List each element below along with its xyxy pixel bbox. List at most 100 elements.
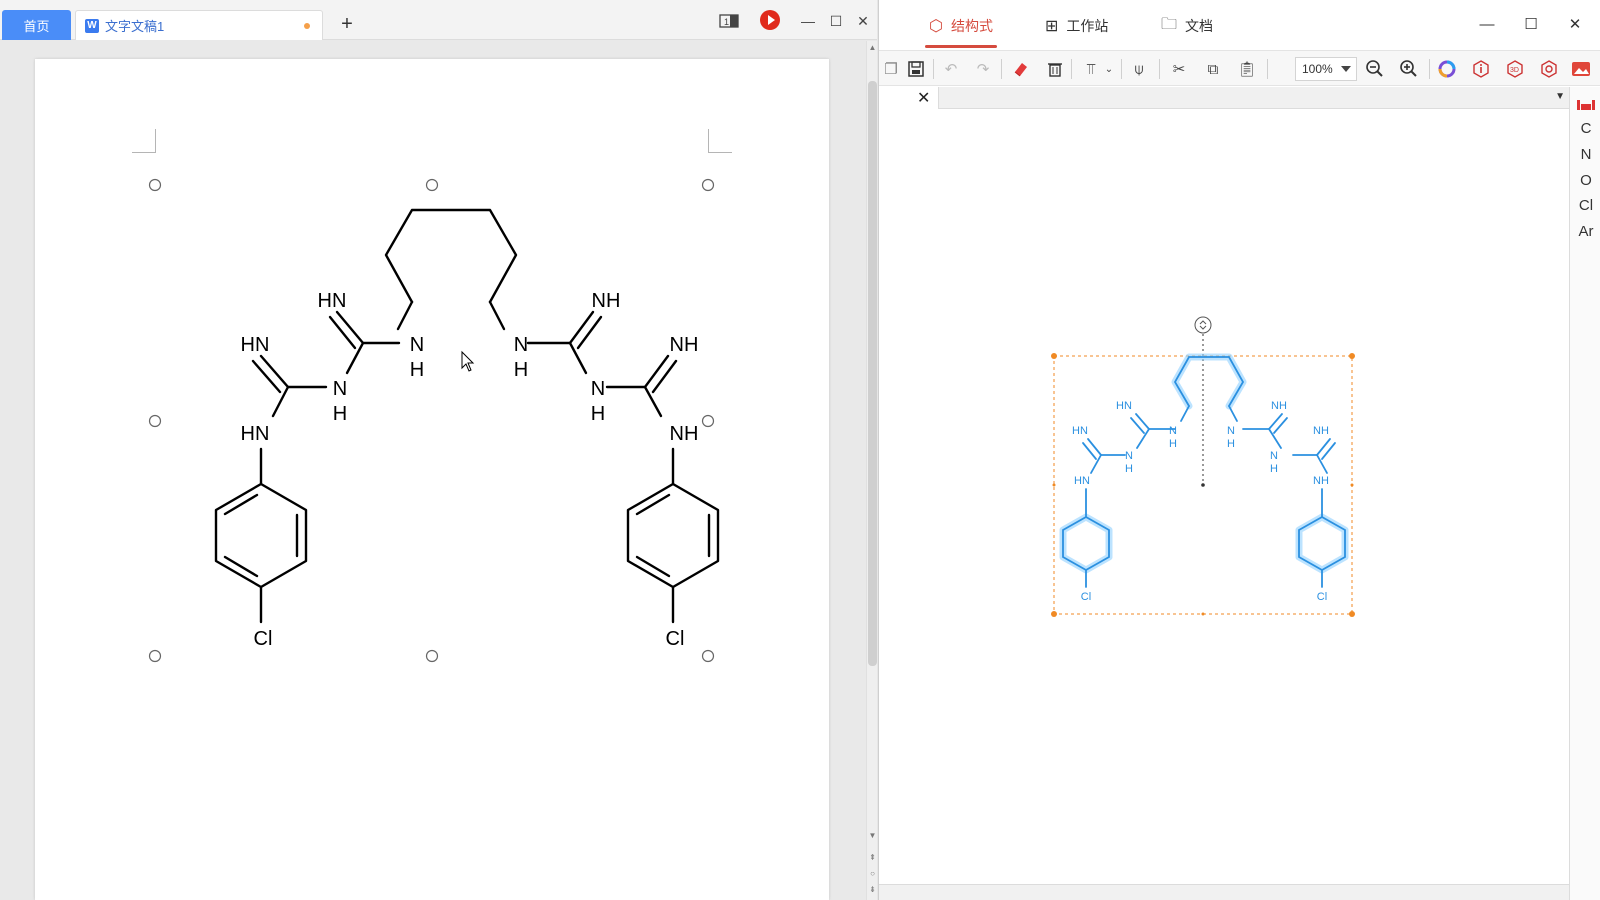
resize-handle[interactable] xyxy=(425,178,439,192)
add-tab-button[interactable]: + xyxy=(337,14,357,34)
zoom-select[interactable]: 100% xyxy=(1295,57,1357,81)
unsaved-dot-icon xyxy=(304,23,310,29)
atom-label: H xyxy=(333,403,347,425)
resize-handle[interactable] xyxy=(425,649,439,663)
tab-menu-icon[interactable]: ▼ xyxy=(1555,91,1565,102)
atom-label: H xyxy=(410,359,424,381)
info-icon[interactable] xyxy=(1469,57,1493,81)
tab-document[interactable]: W 文字文稿1 xyxy=(75,10,323,40)
element-palette: C N O Cl Ar xyxy=(1569,87,1600,900)
maximize-button[interactable]: ☐ xyxy=(1519,12,1543,36)
delete-icon[interactable] xyxy=(1043,57,1067,81)
layout-icon[interactable]: 1 xyxy=(718,10,740,32)
resize-handle[interactable] xyxy=(148,414,162,428)
atom-label: H xyxy=(591,403,605,425)
atom-label: NH xyxy=(1313,425,1329,437)
maximize-button[interactable]: ☐ xyxy=(825,10,847,32)
close-button[interactable]: ✕ xyxy=(852,10,874,32)
tab-documents-label: 文档 xyxy=(1185,18,1214,34)
eraser-icon[interactable] xyxy=(1009,57,1033,81)
atom-label: Cl xyxy=(1081,591,1091,603)
record-button[interactable] xyxy=(760,10,780,30)
document-page[interactable]: HN NH HN NH N H N H N H N H HN NH Cl Cl xyxy=(35,59,829,900)
element-chlorine[interactable]: Cl xyxy=(1570,194,1600,216)
atom-label: N xyxy=(591,378,605,400)
atom-label: H xyxy=(1169,438,1177,450)
atom-label: N xyxy=(1125,450,1133,462)
tab-documents[interactable]: 🗀 文档 xyxy=(1161,14,1213,38)
tab-document-label: 文字文稿1 xyxy=(105,19,165,34)
copy-doc-icon[interactable]: ❐ xyxy=(879,57,903,81)
resize-handle[interactable] xyxy=(701,649,715,663)
atom-label: H xyxy=(1227,438,1235,450)
atom-label: N xyxy=(333,378,347,400)
document-area: HN NH HN NH N H N H N H N H HN NH Cl Cl xyxy=(0,41,866,900)
tab-workstation[interactable]: ⊞ 工作站 xyxy=(1045,14,1108,38)
atom-label: H xyxy=(1125,463,1133,475)
3d-view-icon[interactable]: 3D xyxy=(1503,57,1527,81)
element-carbon[interactable]: C xyxy=(1570,117,1600,139)
resize-handle[interactable] xyxy=(701,414,715,428)
resize-handle[interactable] xyxy=(148,178,162,192)
atom-label: N xyxy=(1227,425,1235,437)
image-export-icon[interactable] xyxy=(1569,57,1593,81)
word-processor-window: 首页 W 文字文稿1 + 1 — ☐ ✕ HN NH HN NH N H N H… xyxy=(0,0,877,900)
periodic-table-icon[interactable] xyxy=(1570,93,1600,115)
grid-icon: ⊞ xyxy=(1045,18,1059,35)
zoom-in-icon[interactable] xyxy=(1397,57,1421,81)
minimize-button[interactable]: — xyxy=(1475,12,1499,36)
page-select-icon[interactable]: ○ xyxy=(867,869,878,878)
atom-label: HN xyxy=(241,334,270,356)
resize-handle[interactable] xyxy=(148,649,162,663)
close-button[interactable]: ✕ xyxy=(1563,12,1587,36)
atom-label: NH xyxy=(1271,400,1287,412)
atom-label: Cl xyxy=(666,628,685,650)
undo-icon[interactable]: ↶ xyxy=(939,57,963,81)
svg-text:1: 1 xyxy=(724,17,729,27)
element-aryl[interactable]: Ar xyxy=(1570,220,1600,242)
next-page-icon[interactable]: ⇟ xyxy=(867,885,878,894)
move-cursor-icon xyxy=(461,350,475,372)
chevron-down-icon[interactable]: ⌄ xyxy=(1097,57,1121,81)
atom-label: NH xyxy=(592,290,621,312)
selected-structure[interactable]: HN NH HN NH N H N H N H N H HN NH Cl Cl xyxy=(879,109,1569,884)
tab-structure-label: 结构式 xyxy=(950,18,993,34)
search-structure-icon[interactable] xyxy=(1537,57,1561,81)
scroll-thumb[interactable] xyxy=(868,81,877,666)
paste-icon[interactable]: 📋︎ xyxy=(1235,57,1259,81)
atom-label: NH xyxy=(670,334,699,356)
vertical-scrollbar[interactable]: ▲ ▼ ⇞ ○ ⇟ xyxy=(866,41,877,900)
scissors-icon[interactable]: ✂ xyxy=(1167,57,1191,81)
element-nitrogen[interactable]: N xyxy=(1570,143,1600,165)
redo-icon[interactable]: ↷ xyxy=(971,57,995,81)
save-icon[interactable] xyxy=(904,57,928,81)
minimize-button[interactable]: — xyxy=(797,10,819,32)
atom-label: NH xyxy=(1313,475,1329,487)
hexagon-icon: ⬡ xyxy=(929,18,943,35)
chemistry-editor-window: ⬡ 结构式 ⊞ 工作站 🗀 文档 — ☐ ✕ ❐ ↶ ↷ ⫪ ⌄ ⍦ ✂ ⧉ 📋… xyxy=(878,0,1600,900)
rotate-handle-icon xyxy=(1194,316,1212,334)
atom-label: HN xyxy=(318,290,347,312)
copy-icon[interactable]: ⧉ xyxy=(1201,57,1225,81)
drawing-canvas[interactable]: HN NH HN NH N H N H N H N H HN NH Cl Cl xyxy=(879,109,1569,884)
document-tab[interactable]: ✕ xyxy=(879,87,939,109)
svg-text:3D: 3D xyxy=(1510,67,1519,74)
atom-label: Cl xyxy=(254,628,273,650)
chemical-structure-drawing[interactable]: HN NH HN NH N H N H N H N H HN NH Cl Cl xyxy=(35,59,829,900)
tab-structure[interactable]: ⬡ 结构式 xyxy=(925,14,997,48)
tab-workstation-label: 工作站 xyxy=(1066,18,1109,34)
resize-handle[interactable] xyxy=(701,178,715,192)
element-oxygen[interactable]: O xyxy=(1570,169,1600,191)
color-ring-icon[interactable] xyxy=(1435,57,1459,81)
atom-label: N xyxy=(410,334,424,356)
tab-home[interactable]: 首页 xyxy=(2,10,71,40)
editor-header: ⬡ 结构式 ⊞ 工作站 🗀 文档 — ☐ ✕ xyxy=(879,0,1600,50)
zoom-out-icon[interactable] xyxy=(1363,57,1387,81)
prev-page-icon[interactable]: ⇞ xyxy=(867,853,878,862)
tab-bar: 首页 W 文字文稿1 + 1 — ☐ ✕ xyxy=(0,0,877,40)
zoom-value: 100% xyxy=(1302,62,1333,76)
scroll-up-icon[interactable]: ▲ xyxy=(867,43,878,52)
close-tab-icon[interactable]: ✕ xyxy=(917,88,930,108)
lasso-icon[interactable]: ⍦ xyxy=(1127,57,1151,81)
scroll-down-icon[interactable]: ▼ xyxy=(867,831,878,840)
